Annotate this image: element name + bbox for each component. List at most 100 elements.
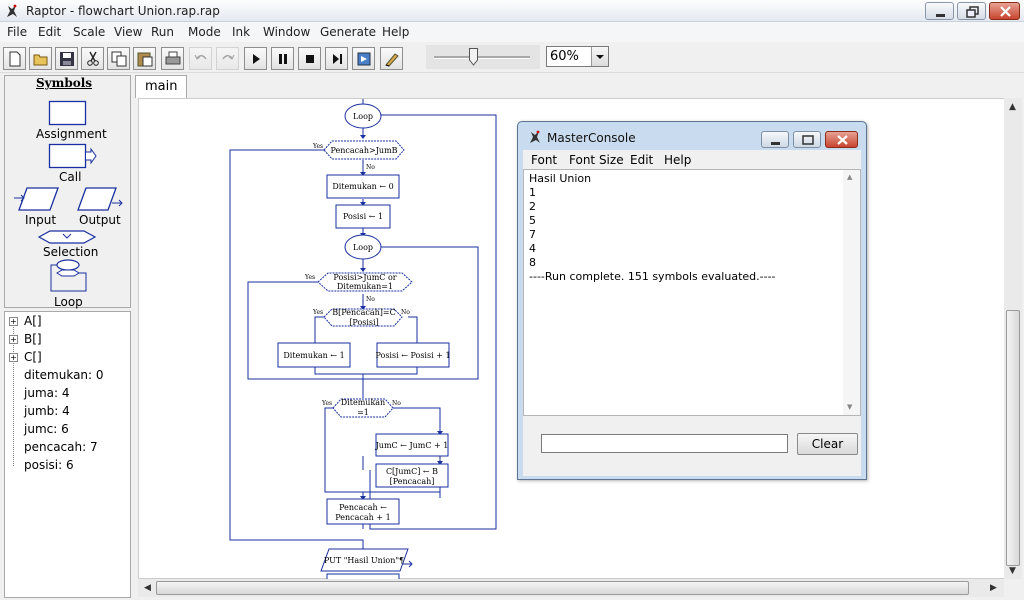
variable-array-c[interactable]: C[] [24, 350, 42, 364]
input-symbol[interactable] [14, 186, 60, 212]
tab-main[interactable]: main [135, 75, 187, 98]
output-line: 1 [529, 186, 536, 199]
window-title: Raptor - flowchart Union.rap.rap [26, 4, 220, 18]
pause-button[interactable] [271, 47, 294, 70]
output-line: 8 [529, 256, 536, 269]
execute-to-completion-button[interactable] [352, 47, 375, 70]
loop-symbol[interactable] [44, 259, 94, 295]
console-scroll-down-icon[interactable]: ▼ [847, 403, 852, 411]
console-menu-font[interactable]: Font [531, 153, 557, 167]
close-button[interactable] [989, 2, 1020, 20]
output-label: Output [79, 213, 121, 227]
zoom-select[interactable]: 60% [546, 46, 609, 67]
console-input-field[interactable] [541, 434, 788, 453]
stop-button[interactable] [298, 47, 321, 70]
console-menu-font-size[interactable]: Font Size [569, 153, 624, 167]
redo-button[interactable] [216, 47, 239, 70]
speed-slider-thumb[interactable] [469, 48, 478, 66]
no-label: No [366, 164, 375, 171]
copy-button[interactable] [107, 47, 130, 70]
assign-pencacah-increment-label-1: Pencacah ← [339, 503, 387, 512]
console-menu-help[interactable]: Help [664, 153, 691, 167]
variable-array-a[interactable]: A[] [24, 314, 42, 328]
scroll-down-icon[interactable]: ▼ [1009, 566, 1016, 576]
expand-array-a-icon[interactable]: + [9, 317, 18, 326]
scroll-left-icon[interactable]: ◀ [144, 583, 151, 593]
loop-outer-label: Loop [353, 112, 373, 121]
variable-juma[interactable]: juma: 4 [24, 386, 69, 400]
variables-panel: + A[] + B[] + C[] ditemukan: 0 juma: 4 j… [4, 311, 131, 598]
print-button[interactable] [161, 47, 184, 70]
canvas-vertical-scroll-thumb[interactable] [1006, 310, 1020, 566]
assign-ditemukan-1-label: Ditemukan ← 1 [283, 351, 344, 360]
minimize-button[interactable] [925, 2, 954, 20]
clear-button[interactable]: Clear [797, 433, 858, 455]
console-title: MasterConsole [547, 131, 636, 145]
loop-inner-label: Loop [353, 243, 373, 252]
selection-ditemukan-label-1: Ditemukan [341, 398, 385, 407]
menu-view[interactable]: View [114, 25, 142, 39]
output-symbol[interactable] [76, 186, 124, 212]
output-line: Hasil Union [529, 172, 592, 185]
menu-scale[interactable]: Scale [73, 25, 105, 39]
assign-pencacah-increment-label-2: Pencacah + 1 [335, 513, 390, 522]
console-scroll-up-icon[interactable]: ▲ [847, 173, 852, 181]
condition-pencacah-jumb-label: Pencacah>JumB [330, 146, 397, 155]
menu-edit[interactable]: Edit [38, 25, 61, 39]
console-maximize-button[interactable] [793, 131, 821, 148]
zoom-dropdown-arrow[interactable] [591, 47, 608, 66]
open-button[interactable] [29, 47, 52, 70]
expand-array-b-icon[interactable]: + [9, 335, 18, 344]
output-line: 5 [529, 214, 536, 227]
assign-ditemukan-0-label: Ditemukan ← 0 [332, 182, 393, 191]
undo-icon [194, 54, 207, 60]
variable-pencacah[interactable]: pencacah: 7 [24, 440, 98, 454]
stop-icon [306, 55, 314, 63]
scroll-up-icon[interactable]: ▲ [1009, 102, 1016, 112]
open-folder-icon [33, 54, 48, 66]
menu-help[interactable]: Help [382, 25, 409, 39]
pause-icon [279, 54, 287, 64]
menu-mode[interactable]: Mode [188, 25, 221, 39]
save-button[interactable] [55, 47, 78, 70]
menu-ink[interactable]: Ink [232, 25, 250, 39]
console-vertical-scrollbar[interactable] [843, 170, 860, 415]
paste-button[interactable] [133, 47, 156, 70]
cut-button[interactable] [81, 47, 104, 70]
restore-button[interactable] [957, 2, 986, 20]
console-menu-edit[interactable]: Edit [630, 153, 653, 167]
scroll-right-icon[interactable]: ▶ [990, 583, 997, 593]
restore-icon [966, 6, 979, 18]
variable-array-b[interactable]: B[] [24, 332, 42, 346]
assignment-symbol[interactable] [48, 100, 88, 126]
menu-file[interactable]: File [7, 25, 27, 39]
variable-ditemukan[interactable]: ditemukan: 0 [24, 368, 104, 382]
call-symbol[interactable] [48, 143, 98, 169]
step-button[interactable] [325, 47, 348, 70]
minimize-icon [936, 14, 945, 17]
run-button[interactable] [244, 47, 267, 70]
undo-button[interactable] [189, 47, 212, 70]
variable-jumb[interactable]: jumb: 4 [24, 404, 70, 418]
variable-posisi[interactable]: posisi: 6 [24, 458, 74, 472]
console-menu-bar: Font Font Size Edit Help [523, 150, 861, 169]
yes-label: Yes [321, 400, 332, 407]
ink-pen-button[interactable] [380, 47, 403, 70]
console-minimize-button[interactable] [761, 131, 789, 148]
new-button[interactable] [3, 47, 26, 70]
pen-icon [385, 53, 399, 67]
canvas-horizontal-scroll-thumb[interactable] [156, 581, 969, 595]
input-label: Input [25, 213, 57, 227]
variable-jumc[interactable]: jumc: 6 [24, 422, 69, 436]
symbols-title: Symbols [36, 76, 93, 90]
redo-icon [222, 54, 235, 60]
assign-posisi-1-label: Posisi ← 1 [343, 212, 383, 221]
menu-window[interactable]: Window [263, 25, 310, 39]
menu-generate[interactable]: Generate [320, 25, 376, 39]
menu-run[interactable]: Run [151, 25, 174, 39]
console-close-button[interactable] [825, 131, 858, 148]
selection-symbol[interactable] [38, 230, 96, 244]
console-output[interactable]: Hasil Union 1 2 5 7 4 8 ----Run complete… [523, 169, 861, 416]
assign-c-jumc-label-2: [Pencacah] [390, 477, 435, 486]
expand-array-c-icon[interactable]: + [9, 353, 18, 362]
